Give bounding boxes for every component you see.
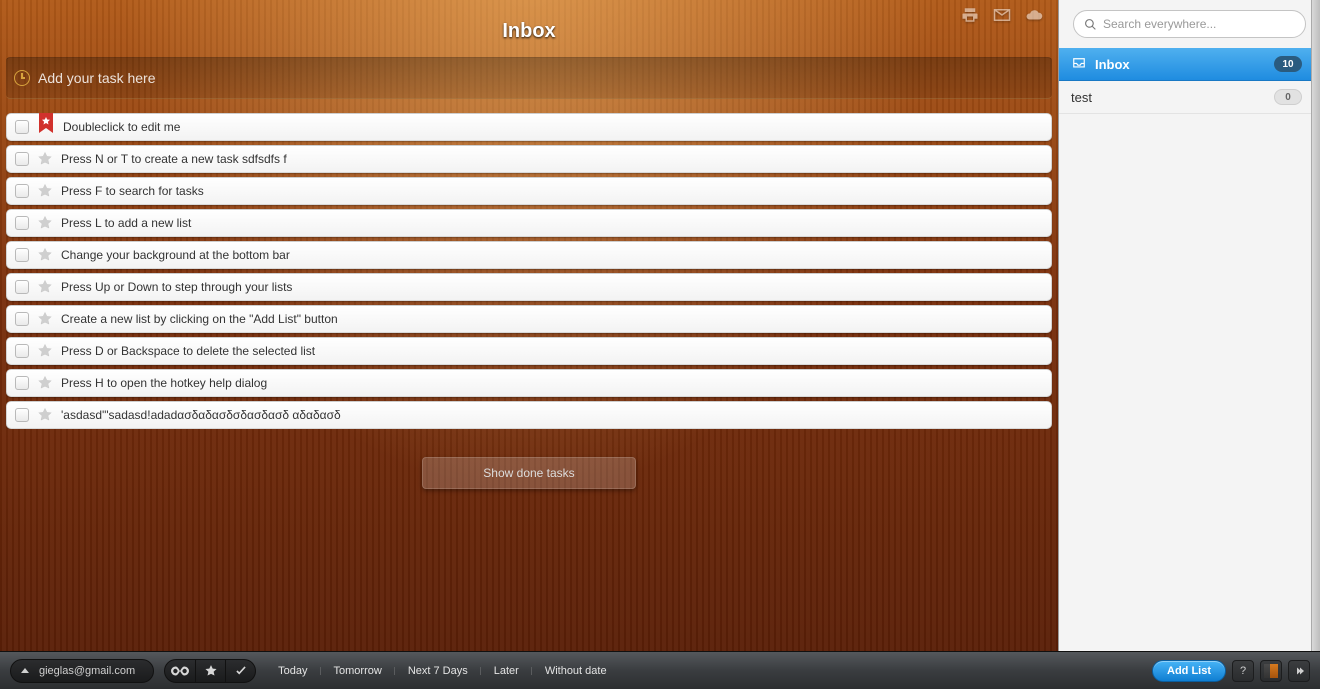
task-label: Create a new list by clicking on the "Ad… <box>61 312 1043 326</box>
account-menu[interactable]: gieglas@gmail.com <box>10 659 154 683</box>
task-label: Press N or T to create a new task sdfsdf… <box>61 152 1043 166</box>
collapse-sidebar-button[interactable] <box>1288 660 1310 682</box>
list-name: Inbox <box>1095 57 1266 72</box>
task-row[interactable]: Doubleclick to edit me <box>6 113 1052 141</box>
page-title: Inbox <box>0 0 1058 53</box>
top-icon-bar <box>960 6 1044 24</box>
flag-icon[interactable] <box>37 113 55 137</box>
task-checkbox[interactable] <box>15 120 29 134</box>
view-icon-group <box>164 659 256 683</box>
task-checkbox[interactable] <box>15 184 29 198</box>
task-label: Change your background at the bottom bar <box>61 248 1043 262</box>
show-done-button[interactable]: Show done tasks <box>422 457 635 489</box>
star-icon[interactable] <box>37 215 53 231</box>
task-label: Press L to add a new list <box>61 216 1043 230</box>
filter-later[interactable]: Later <box>490 665 523 677</box>
task-row[interactable]: Press Up or Down to step through your li… <box>6 273 1052 301</box>
task-checkbox[interactable] <box>15 216 29 230</box>
task-label: Press F to search for tasks <box>61 184 1043 198</box>
star-icon[interactable] <box>37 279 53 295</box>
task-label: Press D or Backspace to delete the selec… <box>61 344 1043 358</box>
sidebar-list-item[interactable]: test 0 <box>1059 81 1320 114</box>
triangle-up-icon <box>21 668 29 673</box>
list-count-badge: 0 <box>1274 89 1302 105</box>
date-filters: Today Tomorrow Next 7 Days Later Without dat… <box>274 665 610 677</box>
sidebar: Inbox 10 test 0 <box>1058 0 1320 651</box>
bottom-bar: gieglas@gmail.com Today Tomorrow Next 7 Da… <box>0 651 1320 689</box>
add-list-button[interactable]: Add List <box>1152 660 1226 682</box>
main-panel: Inbox Doubleclick to edit me Press N or T… <box>0 0 1058 651</box>
filter-today[interactable]: Today <box>274 665 311 677</box>
task-row[interactable]: Press H to open the hotkey help dialog <box>6 369 1052 397</box>
task-label: Press H to open the hotkey help dialog <box>61 376 1043 390</box>
list-name: test <box>1071 90 1266 105</box>
star-icon[interactable] <box>195 660 225 682</box>
clock-icon <box>14 70 30 86</box>
task-checkbox[interactable] <box>15 312 29 326</box>
task-checkbox[interactable] <box>15 408 29 422</box>
star-icon[interactable] <box>37 247 53 263</box>
star-icon[interactable] <box>37 375 53 391</box>
star-icon[interactable] <box>37 183 53 199</box>
list-count-badge: 10 <box>1274 56 1302 72</box>
task-row[interactable]: 'asdasd'"sadasd!adadασδαδασδσδασδασδ αδα… <box>6 401 1052 429</box>
search-input[interactable] <box>1103 17 1295 31</box>
print-icon[interactable] <box>960 6 980 24</box>
task-row[interactable]: Press D or Backspace to delete the selec… <box>6 337 1052 365</box>
task-checkbox[interactable] <box>15 280 29 294</box>
task-label: 'asdasd'"sadasd!adadασδαδασδσδασδασδ αδα… <box>61 408 1043 422</box>
task-row[interactable]: Press N or T to create a new task sdfsdf… <box>6 145 1052 173</box>
star-icon[interactable] <box>37 151 53 167</box>
task-checkbox[interactable] <box>15 344 29 358</box>
star-icon[interactable] <box>37 407 53 423</box>
star-icon[interactable] <box>37 311 53 327</box>
task-label: Press Up or Down to step through your li… <box>61 280 1043 294</box>
task-checkbox[interactable] <box>15 248 29 262</box>
add-task-row[interactable] <box>6 57 1052 99</box>
task-list: Doubleclick to edit me Press N or T to cr… <box>0 99 1058 429</box>
sidebar-list-item[interactable]: Inbox 10 <box>1059 48 1320 81</box>
task-checkbox[interactable] <box>15 376 29 390</box>
task-row[interactable]: Change your background at the bottom bar <box>6 241 1052 269</box>
add-task-input[interactable] <box>38 70 1044 86</box>
task-row[interactable]: Press L to add a new list <box>6 209 1052 237</box>
task-row[interactable]: Create a new list by clicking on the "Ad… <box>6 305 1052 333</box>
help-button[interactable]: ? <box>1232 660 1254 682</box>
search-icon <box>1084 18 1097 31</box>
cloud-icon[interactable] <box>1024 6 1044 24</box>
inbox-icon <box>1071 57 1087 71</box>
task-label: Doubleclick to edit me <box>63 120 1043 134</box>
search-box[interactable] <box>1073 10 1306 38</box>
infinity-icon[interactable] <box>165 660 195 682</box>
filter-next-7-days[interactable]: Next 7 Days <box>404 665 472 677</box>
lists-container: Inbox 10 test 0 <box>1059 48 1320 114</box>
task-row[interactable]: Press F to search for tasks <box>6 177 1052 205</box>
filter-without-date[interactable]: Without date <box>541 665 611 677</box>
task-checkbox[interactable] <box>15 152 29 166</box>
check-icon[interactable] <box>225 660 255 682</box>
account-email: gieglas@gmail.com <box>39 665 135 677</box>
filter-tomorrow[interactable]: Tomorrow <box>330 665 386 677</box>
mail-icon[interactable] <box>992 6 1012 24</box>
star-icon[interactable] <box>37 343 53 359</box>
background-chooser-button[interactable] <box>1260 660 1282 682</box>
